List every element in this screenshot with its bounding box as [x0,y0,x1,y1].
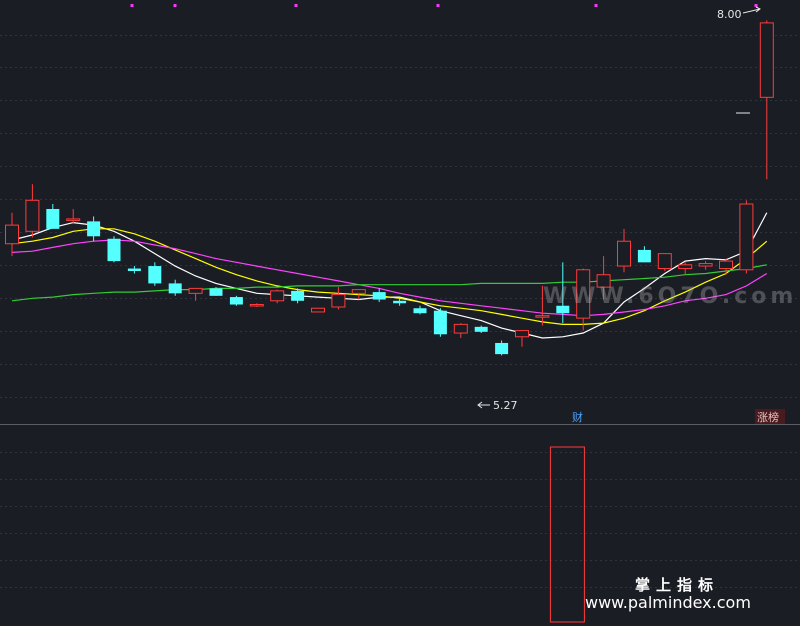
candle-up [188,287,203,294]
candle-up [739,203,754,271]
candle-up [657,253,672,270]
candle-down [168,283,182,294]
candle-up [351,289,366,294]
candle-up [535,315,550,318]
candle-up [719,260,733,270]
tag-zhangting: 涨榜 [757,410,779,424]
candle-up [331,294,346,308]
watermark: WWW.6O7O.com [543,284,797,309]
chart-canvas: 8.00 5.27 财 涨榜 WWW.6O7O.com 掌上指标 www.pal… [0,0,800,626]
candle-up [5,224,19,245]
candle-up [311,307,325,313]
brand-url: www.palmindex.com [585,593,751,612]
brand-title: 掌上指标 [635,576,719,594]
candle-down [637,249,651,263]
candle-up [249,304,264,307]
candle-up [759,22,774,98]
top-marker-dot [436,4,440,7]
top-marker-dot [130,4,134,7]
low-price-label: 5.27 [493,399,518,412]
candle-down [209,288,223,296]
candle-down [127,268,141,272]
candle-down [495,342,509,355]
candle-down [474,326,488,332]
candle-down [433,310,447,335]
candle-down [107,238,121,262]
tag-cai: 财 [572,410,583,424]
candle-down [87,221,101,237]
candle-up [25,199,40,232]
high-price-label: 8.00 [717,8,742,21]
candle-down [372,292,386,300]
candle-up [66,218,81,221]
top-marker-dot [754,4,758,7]
candle-down [46,208,60,229]
top-marker-dot [173,4,177,7]
top-marker-dot [294,4,298,7]
candle-down [229,297,243,305]
candle-up [453,323,468,334]
top-marker-dot [594,4,598,7]
candle-up [515,330,529,338]
candle-up [698,263,713,267]
candle-down [393,300,407,304]
candle-up [617,240,631,267]
candle-up [678,264,693,270]
candle-down [413,308,427,314]
candle-down [148,266,162,284]
candle-down [291,290,305,301]
candle-up [270,290,285,302]
